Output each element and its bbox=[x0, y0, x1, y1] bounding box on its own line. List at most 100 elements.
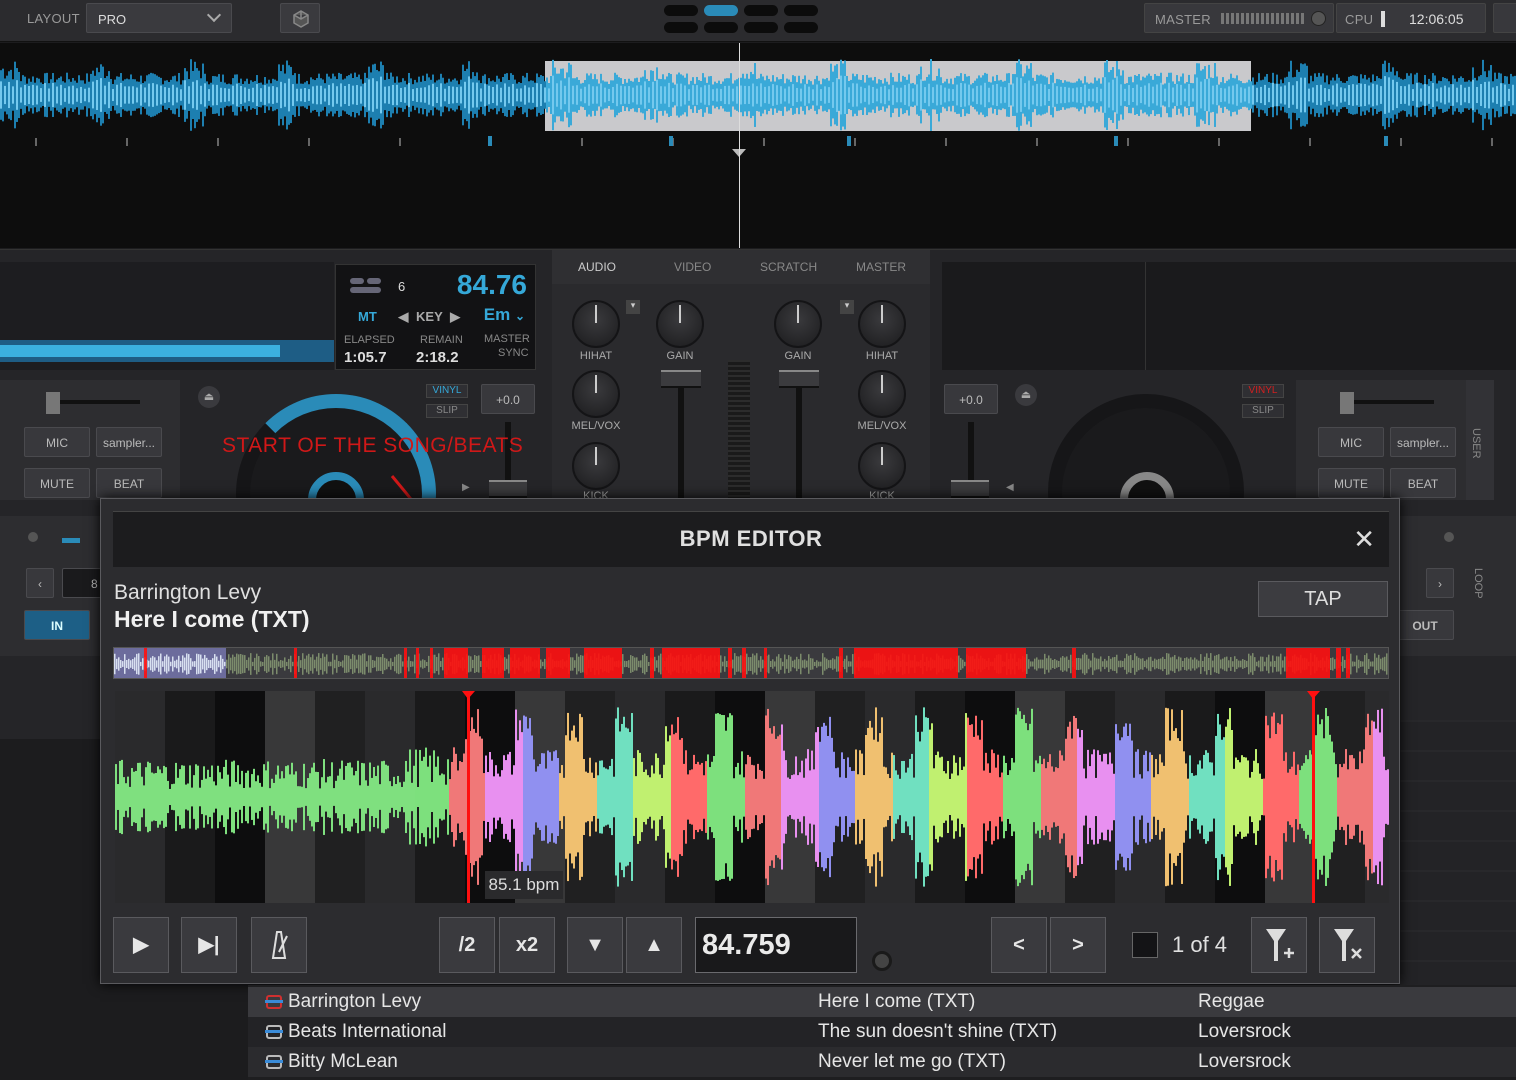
list-item[interactable]: Beats International The sun doesn't shin… bbox=[248, 1017, 1516, 1047]
add-marker-button[interactable] bbox=[1251, 917, 1307, 973]
row-artist: Beats International bbox=[288, 1021, 447, 1042]
right-beat-button[interactable]: BEAT bbox=[1390, 468, 1456, 498]
right-melvox-knob[interactable] bbox=[858, 370, 906, 418]
tab-scratch[interactable]: SCRATCH bbox=[760, 260, 817, 274]
deck-pill[interactable] bbox=[744, 5, 778, 16]
master-volume-knob[interactable] bbox=[1311, 11, 1326, 26]
track-title: Here I come (TXT) bbox=[114, 606, 310, 632]
left-melvox-knob[interactable] bbox=[572, 370, 620, 418]
row-title: The sun doesn't shine (TXT) bbox=[818, 1021, 1058, 1042]
row-genre: Loversrock bbox=[1198, 1051, 1291, 1072]
right-gain-knob[interactable] bbox=[774, 300, 822, 348]
left-beat-button[interactable]: BEAT bbox=[96, 468, 162, 498]
left-volume-fader[interactable] bbox=[661, 370, 701, 388]
key-value[interactable]: Em ⌄ bbox=[484, 305, 525, 325]
record-button[interactable] bbox=[1493, 3, 1516, 33]
deck-pill[interactable] bbox=[704, 22, 738, 33]
marker-checkbox[interactable] bbox=[1132, 932, 1158, 958]
tab-video[interactable]: VIDEO bbox=[674, 260, 711, 274]
left-mute-button[interactable]: MUTE bbox=[24, 468, 90, 498]
left-kick-knob[interactable] bbox=[572, 442, 620, 490]
deck-pill[interactable] bbox=[664, 5, 698, 16]
key-up-icon[interactable]: ▶ bbox=[450, 309, 460, 324]
prev-marker-button[interactable]: < bbox=[991, 917, 1047, 973]
bpm-editor-waveform[interactable]: 85.1 bpm bbox=[115, 691, 1389, 903]
skin-cube-button[interactable] bbox=[280, 3, 320, 33]
left-deck-overview[interactable] bbox=[0, 262, 334, 370]
right-volume-track[interactable] bbox=[796, 374, 802, 500]
loop-next-button[interactable]: › bbox=[1426, 568, 1454, 598]
deck-pill[interactable] bbox=[664, 22, 698, 33]
master-meter: MASTER bbox=[1144, 3, 1334, 33]
tab-audio[interactable]: AUDIO bbox=[578, 260, 616, 274]
key-down-icon[interactable]: ◀ bbox=[398, 309, 408, 324]
right-volume-fader[interactable] bbox=[779, 370, 819, 388]
left-filter-track[interactable] bbox=[60, 400, 140, 404]
layout-select[interactable]: PRO bbox=[86, 3, 232, 33]
left-sampler-button[interactable]: sampler... bbox=[96, 427, 162, 457]
deck-pill[interactable] bbox=[784, 5, 818, 16]
bpm-value-field[interactable]: 84.759 bbox=[695, 917, 857, 973]
left-slip-button[interactable]: SLIP bbox=[426, 404, 468, 418]
chevron-down-icon bbox=[206, 7, 222, 23]
sync-bars-icon bbox=[350, 278, 381, 293]
skip-button[interactable]: ▶| bbox=[181, 917, 237, 973]
left-filter-slider-handle[interactable] bbox=[46, 392, 60, 414]
right-deck-overview[interactable] bbox=[942, 262, 1516, 370]
next-marker-button[interactable]: > bbox=[1050, 917, 1106, 973]
tab-master[interactable]: MASTER bbox=[856, 260, 906, 274]
right-loop-panel: › OUT LOOP bbox=[1396, 516, 1516, 656]
half-bpm-button[interactable]: /2 bbox=[439, 917, 495, 973]
left-vinyl-button[interactable]: VINYL bbox=[426, 384, 468, 398]
list-item[interactable]: Barrington Levy Here I come (TXT) Reggae bbox=[248, 987, 1516, 1017]
double-bpm-button[interactable]: x2 bbox=[499, 917, 555, 973]
sampler-label: sampler... bbox=[1396, 436, 1450, 450]
cube-icon bbox=[293, 10, 309, 28]
row-title: Never let me go (TXT) bbox=[818, 1051, 1006, 1072]
list-item[interactable]: Bitty McLean Never let me go (TXT) Lover… bbox=[248, 1047, 1516, 1077]
right-vinyl-button[interactable]: VINYL bbox=[1242, 384, 1284, 398]
loop-out-button[interactable]: OUT bbox=[1396, 610, 1454, 640]
row-genre: Loversrock bbox=[1198, 1021, 1291, 1042]
left-pitch-fader[interactable] bbox=[489, 480, 527, 498]
rhythm-waveform[interactable] bbox=[0, 43, 1516, 248]
left-mic-button[interactable]: MIC bbox=[24, 427, 90, 457]
left-volume-track[interactable] bbox=[678, 374, 684, 500]
bpm-down-button[interactable]: ▼ bbox=[567, 917, 623, 973]
deck-pill[interactable] bbox=[784, 22, 818, 33]
deck-pill-active[interactable] bbox=[704, 5, 738, 16]
right-pitch-fader[interactable] bbox=[951, 480, 989, 498]
user-tab[interactable]: USER bbox=[1466, 380, 1494, 500]
deck-pill[interactable] bbox=[744, 22, 778, 33]
metronome-button[interactable] bbox=[251, 917, 307, 973]
chevron-down-icon[interactable]: ▾ bbox=[626, 300, 640, 314]
right-filter-track[interactable] bbox=[1354, 400, 1434, 404]
eject-icon[interactable]: ⏏ bbox=[198, 386, 220, 408]
right-sampler-button[interactable]: sampler... bbox=[1390, 427, 1456, 457]
close-icon[interactable]: ✕ bbox=[1353, 524, 1375, 555]
play-button[interactable]: ▶ bbox=[113, 917, 169, 973]
left-deck-info: 6 84.76 MT ◀ KEY ▶ Em ⌄ ELAPSED REMAIN M… bbox=[335, 264, 536, 370]
left-hihat-knob[interactable] bbox=[572, 300, 620, 348]
right-slip-button[interactable]: SLIP bbox=[1242, 404, 1284, 418]
left-gain-knob[interactable] bbox=[656, 300, 704, 348]
right-filter-slider-handle[interactable] bbox=[1340, 392, 1354, 414]
bpm-fine-knob[interactable] bbox=[872, 951, 892, 971]
right-mute-button[interactable]: MUTE bbox=[1318, 468, 1384, 498]
right-hihat-knob[interactable] bbox=[858, 300, 906, 348]
sync-button[interactable]: SYNC bbox=[498, 347, 529, 359]
right-kick-knob[interactable] bbox=[858, 442, 906, 490]
remove-marker-button[interactable] bbox=[1319, 917, 1375, 973]
bpm-up-button[interactable]: ▲ bbox=[626, 917, 682, 973]
mt-label[interactable]: MT bbox=[358, 309, 377, 324]
chevron-down-icon[interactable]: ▾ bbox=[840, 300, 854, 314]
tap-button[interactable]: TAP bbox=[1258, 581, 1388, 617]
mute-label: MUTE bbox=[1334, 477, 1368, 491]
loop-slider[interactable] bbox=[62, 538, 80, 543]
loop-prev-button[interactable]: ‹ bbox=[26, 568, 54, 598]
eject-icon[interactable]: ⏏ bbox=[1015, 384, 1037, 406]
loop-in-button[interactable]: IN bbox=[24, 610, 90, 640]
deck-selector[interactable] bbox=[664, 4, 820, 36]
track-overview-waveform[interactable] bbox=[113, 647, 1389, 679]
right-mic-button[interactable]: MIC bbox=[1318, 427, 1384, 457]
